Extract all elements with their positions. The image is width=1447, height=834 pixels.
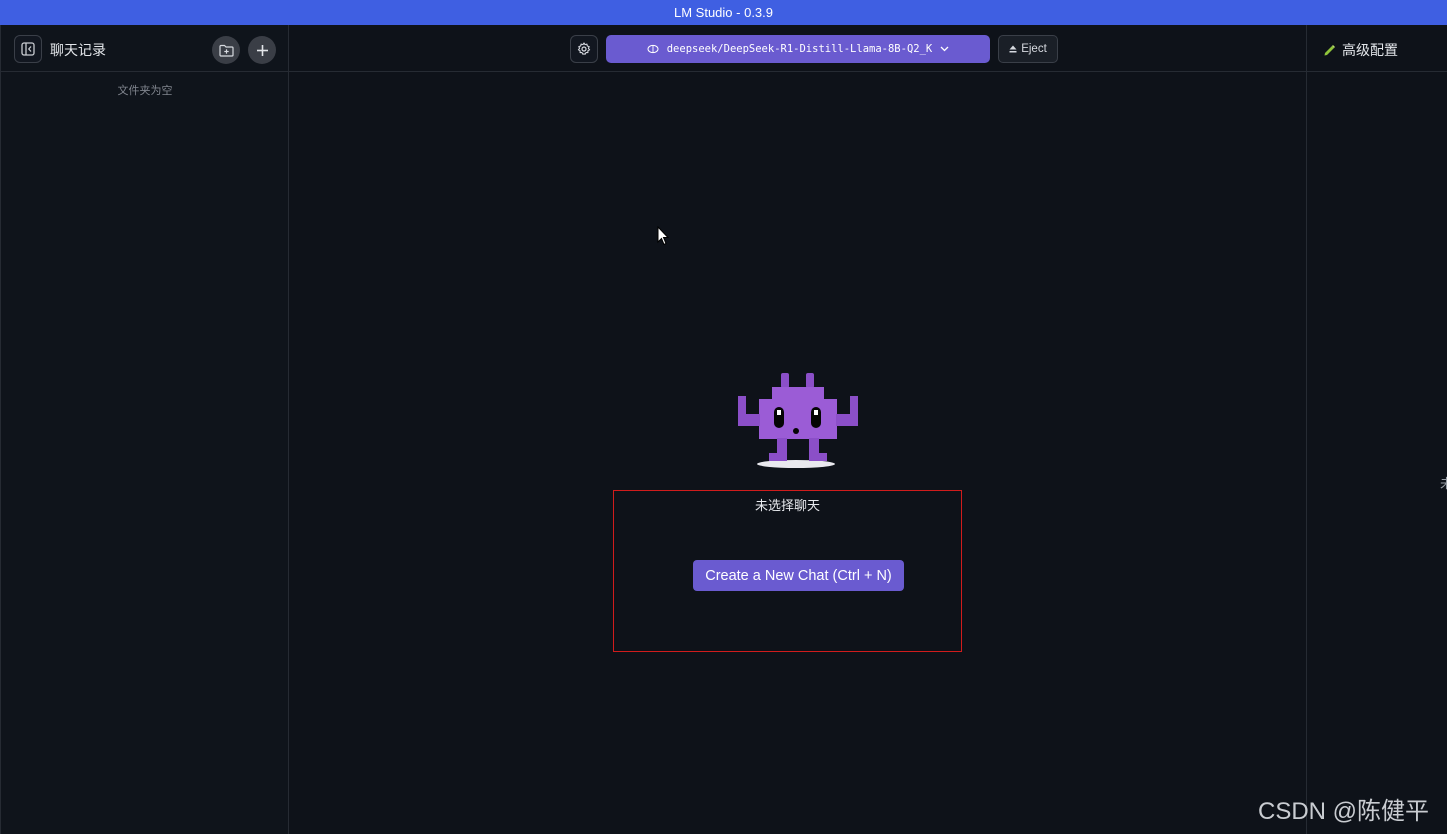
eject-icon [1009, 45, 1017, 53]
sidebar-title: 聊天记录 [50, 42, 106, 58]
model-toolbar: deepseek/DeepSeek-R1-Distill-Llama-8B-Q2… [289, 25, 1306, 72]
pencil-icon [1324, 44, 1335, 55]
model-name: deepseek/DeepSeek-R1-Distill-Llama-8B-Q2… [666, 43, 933, 55]
window-title: LM Studio - 0.3.9 [674, 5, 773, 20]
new-folder-button[interactable] [212, 36, 240, 64]
model-selector-button[interactable]: deepseek/DeepSeek-R1-Distill-Llama-8B-Q2… [606, 35, 990, 63]
no-chat-selected-text: 未选择聊天 [754, 498, 820, 513]
brain-icon [647, 44, 659, 54]
mouse-cursor-icon [657, 226, 669, 246]
advanced-config-tab[interactable]: 高级配置 [1323, 40, 1398, 60]
robot-mascot-icon [738, 373, 858, 468]
create-new-chat-button[interactable]: Create a New Chat (Ctrl + N) [693, 560, 904, 591]
sidebar-toggle-button[interactable] [14, 35, 42, 63]
gear-icon [577, 42, 591, 55]
advanced-config-panel: 高级配置 未 [1306, 25, 1447, 834]
settings-button[interactable] [570, 35, 598, 63]
sidebar-toggle-icon [21, 42, 35, 56]
folder-plus-icon [218, 44, 234, 57]
watermark-text: CSDN @陈健平 [1258, 798, 1430, 825]
new-chat-plus-button[interactable] [248, 36, 276, 64]
empty-state-highlight: 未选择聊天 Create a New Chat (Ctrl + N) [613, 490, 962, 652]
chevron-down-icon [940, 46, 949, 52]
empty-folder-message: 文件夹为空 [117, 85, 173, 97]
sidebar-header: 聊天记录 [1, 25, 289, 72]
right-panel-header: 高级配置 [1307, 25, 1447, 72]
advanced-config-label: 高级配置 [1342, 42, 1398, 58]
right-panel-clipped-text: 未 [1440, 476, 1447, 491]
plus-icon [256, 44, 268, 56]
eject-label: Eject [1021, 43, 1047, 55]
chat-history-sidebar: 聊天记录 文件夹为空 [0, 25, 289, 834]
window-title-bar: LM Studio - 0.3.9 [0, 0, 1447, 25]
eject-button[interactable]: Eject [998, 35, 1058, 63]
